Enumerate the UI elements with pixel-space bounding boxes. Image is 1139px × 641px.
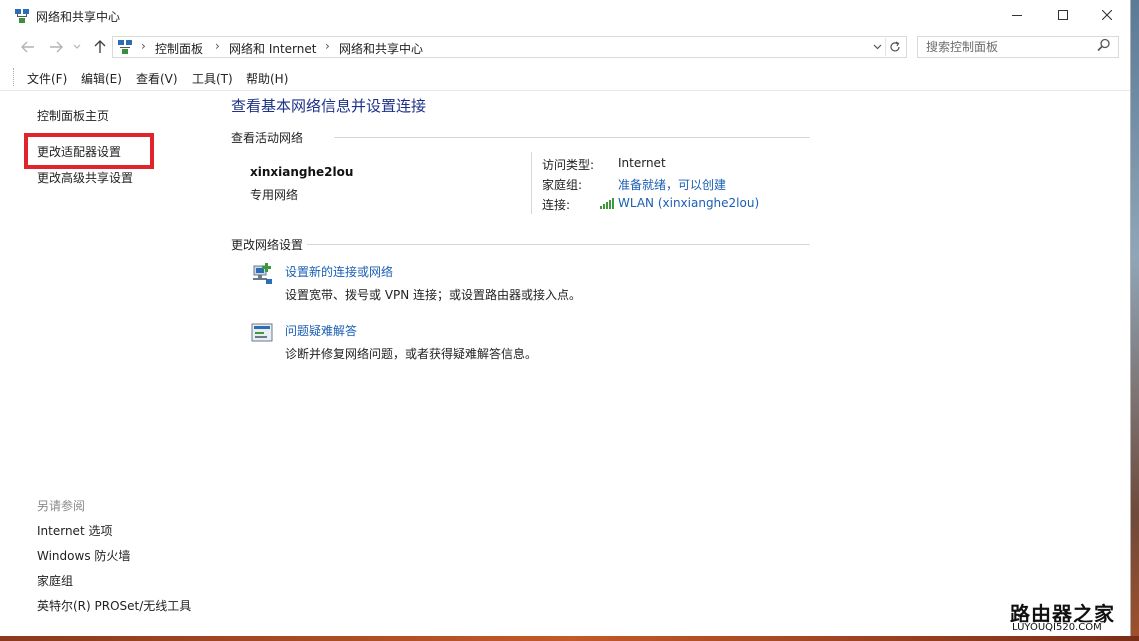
maximize-icon — [1058, 10, 1068, 20]
forward-button[interactable] — [46, 37, 66, 57]
minimize-button[interactable] — [994, 0, 1040, 30]
see-also-intel-proset[interactable]: 英特尔(R) PROSet/无线工具 — [37, 597, 191, 614]
search-input[interactable] — [917, 36, 1119, 58]
vertical-divider — [531, 152, 532, 214]
close-button[interactable] — [1084, 0, 1130, 30]
breadcrumb-separator-icon[interactable]: › — [325, 39, 330, 53]
search-icon[interactable] — [1097, 38, 1111, 52]
sidebar-link-control-panel-home[interactable]: 控制面板主页 — [37, 107, 109, 124]
recent-locations-button[interactable] — [70, 37, 84, 57]
new-connection-icon — [253, 263, 272, 284]
watermark-url: LUYOUQI520.COM — [1010, 622, 1104, 633]
highlight-annotation-box — [24, 133, 154, 169]
title-bar[interactable]: 网络和共享中心 — [0, 0, 1130, 32]
sidebar-link-change-advanced-sharing[interactable]: 更改高级共享设置 — [37, 169, 133, 186]
window-title: 网络和共享中心 — [36, 10, 121, 24]
wifi-signal-icon — [600, 198, 614, 209]
active-networks-heading: 查看活动网络 — [231, 131, 304, 145]
forward-arrow-icon — [50, 41, 63, 53]
network-sharing-center-window: 网络和共享中心 › 控制面板 › 网络和 Internet › 网络和共享中心 … — [0, 0, 1131, 636]
troubleshoot-icon — [251, 323, 273, 342]
refresh-icon — [890, 41, 900, 52]
menu-help[interactable]: 帮助(H) — [246, 70, 288, 87]
network-center-icon — [15, 9, 29, 23]
menu-view[interactable]: 查看(V) — [136, 70, 178, 87]
menu-edit[interactable]: 编辑(E) — [81, 70, 122, 87]
change-network-settings-heading: 更改网络设置 — [231, 238, 304, 252]
breadcrumb-separator-icon[interactable]: › — [215, 39, 220, 53]
section-divider — [307, 244, 810, 245]
control-panel-icon — [118, 40, 132, 54]
page-title: 查看基本网络信息并设置连接 — [231, 97, 427, 115]
desktop-background-bottom — [0, 636, 1139, 641]
setup-new-connection-link[interactable]: 设置新的连接或网络 — [285, 263, 393, 280]
close-icon — [1102, 10, 1112, 20]
address-dropdown-button[interactable] — [870, 39, 884, 55]
homegroup-link[interactable]: 准备就绪，可以创建 — [618, 176, 726, 193]
up-arrow-icon — [94, 40, 106, 53]
menu-grip — [13, 68, 16, 86]
chevron-down-icon — [873, 44, 881, 50]
homegroup-label: 家庭组: — [542, 178, 583, 192]
desktop-background-right — [1130, 0, 1139, 641]
troubleshoot-desc: 诊断并修复网络问题，或者获得疑难解答信息。 — [285, 347, 538, 361]
up-button[interactable] — [90, 37, 110, 57]
menu-file[interactable]: 文件(F) — [27, 70, 67, 87]
minimize-icon — [1012, 15, 1022, 16]
network-type: 专用网络 — [250, 188, 299, 202]
access-type-label: 访问类型: — [542, 158, 595, 172]
access-type-value: Internet — [618, 156, 666, 170]
connection-label: 连接: — [542, 198, 571, 212]
see-also-windows-firewall[interactable]: Windows 防火墙 — [37, 547, 130, 564]
wlan-connection-link[interactable]: WLAN (xinxianghe2lou) — [618, 196, 759, 210]
breadcrumb-network-sharing-center[interactable]: 网络和共享中心 — [339, 40, 423, 57]
back-arrow-icon — [21, 41, 34, 53]
see-also-internet-options[interactable]: Internet 选项 — [37, 522, 112, 539]
navigation-bar: › 控制面板 › 网络和 Internet › 网络和共享中心 — [0, 33, 1130, 61]
breadcrumb-network-internet[interactable]: 网络和 Internet — [229, 40, 316, 57]
breadcrumb-separator-icon[interactable]: › — [141, 39, 146, 53]
chevron-down-icon — [73, 44, 81, 49]
menu-bar: 文件(F) 编辑(E) 查看(V) 工具(T) 帮助(H) — [0, 64, 1130, 91]
address-bar[interactable]: › 控制面板 › 网络和 Internet › 网络和共享中心 — [112, 36, 907, 58]
see-also-heading: 另请参阅 — [37, 499, 86, 513]
refresh-button[interactable] — [885, 38, 904, 56]
section-divider — [334, 137, 810, 138]
back-button[interactable] — [18, 37, 38, 57]
menu-tools[interactable]: 工具(T) — [192, 70, 233, 87]
breadcrumb-control-panel[interactable]: 控制面板 — [155, 40, 203, 57]
maximize-button[interactable] — [1040, 0, 1086, 30]
setup-new-connection-desc: 设置宽带、拨号或 VPN 连接；或设置路由器或接入点。 — [285, 288, 582, 302]
troubleshoot-link[interactable]: 问题疑难解答 — [285, 322, 357, 339]
network-name: xinxianghe2lou — [250, 165, 354, 179]
see-also-homegroup[interactable]: 家庭组 — [37, 572, 73, 589]
